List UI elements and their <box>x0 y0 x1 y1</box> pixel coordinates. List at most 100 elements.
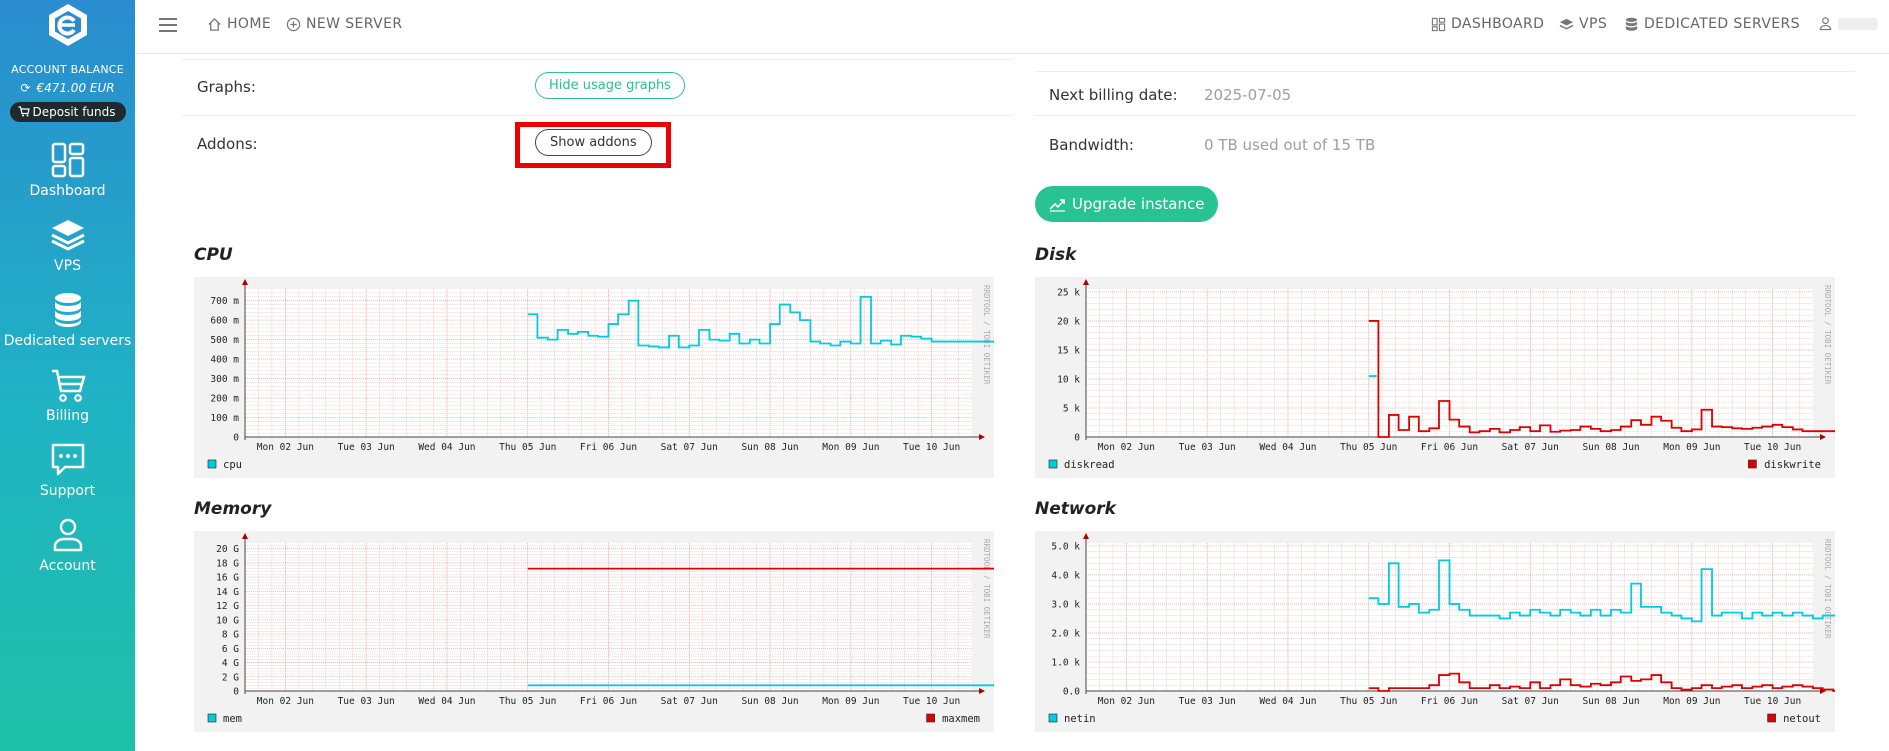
x-tick-label: Wed 04 Jun <box>418 696 475 707</box>
y-tick-label: 8 G <box>222 630 239 641</box>
hide-usage-graphs-button[interactable]: Hide usage graphs <box>535 72 685 99</box>
x-axis-arrow <box>979 688 985 694</box>
x-tick-label: Sun 08 Jun <box>1582 442 1639 453</box>
legend-label: diskwrite <box>1764 459 1821 471</box>
x-tick-label: Mon 02 Jun <box>257 696 314 707</box>
x-axis-arrow <box>979 434 985 440</box>
rrdtool-watermark: RRDTOOL / TOBI OETIKER <box>982 285 991 385</box>
x-tick-label: Tue 10 Jun <box>903 696 960 707</box>
upgrade-instance-button[interactable]: Upgrade instance <box>1035 186 1219 222</box>
x-tick-label: Thu 05 Jun <box>499 442 556 453</box>
x-axis-arrow <box>1820 434 1826 440</box>
x-tick-label: Sat 07 Jun <box>1502 696 1559 707</box>
x-tick-label: Fri 06 Jun <box>1421 442 1478 453</box>
y-tick-label: 500 m <box>210 335 239 346</box>
y-tick-label: 0 <box>233 687 239 698</box>
y-tick-label: 25 k <box>1057 287 1080 298</box>
sidebar-item-billing[interactable]: Billing <box>0 367 135 424</box>
x-tick-label: Fri 06 Jun <box>580 442 637 453</box>
graph-canvas: Mon 02 Jun Tue 03 Jun Wed 04 Jun Thu 05 Jun… <box>1048 533 1835 725</box>
x-tick-label: Tue 03 Jun <box>338 696 395 707</box>
x-tick-label: Thu 05 Jun <box>1340 442 1397 453</box>
sidebar-item-support[interactable]: Support <box>0 442 135 499</box>
cpu-graph: Mon 02 Jun Tue 03 Jun Wed 04 Jun Thu 05 Jun… <box>194 277 994 478</box>
sidebar-item-label: Support <box>39 483 96 499</box>
x-tick-label: Mon 09 Jun <box>822 696 879 707</box>
nav-new-server-link[interactable]: NEW SERVER <box>286 16 402 32</box>
x-tick-label: Tue 10 Jun <box>1744 696 1801 707</box>
x-tick-label: Tue 10 Jun <box>903 442 960 453</box>
nav-home-label: HOME <box>227 16 272 32</box>
y-tick-label: 20 G <box>216 544 239 555</box>
nav-new-server-label: NEW SERVER <box>306 16 403 32</box>
legend-label: netin <box>1064 713 1096 725</box>
y-tick-label: 300 m <box>210 374 239 385</box>
user-menu[interactable] <box>1818 16 1878 31</box>
sidebar: ACCOUNT BALANCE ⟳ €471.00 EUR Deposit fun… <box>0 0 135 751</box>
y-tick-label: 5 k <box>1063 403 1080 414</box>
y-tick-label: 12 G <box>216 601 239 612</box>
show-addons-button[interactable]: Show addons <box>535 129 652 156</box>
y-axis-arrow <box>1083 533 1089 539</box>
deposit-funds-button[interactable]: Deposit funds <box>9 102 126 122</box>
network-graph-title: Network <box>1035 499 1116 519</box>
y-tick-label: 4 G <box>222 658 239 669</box>
y-tick-label: 700 m <box>210 296 239 307</box>
database-icon <box>1625 17 1638 31</box>
x-tick-label: Mon 09 Jun <box>822 442 879 453</box>
network-graph: Mon 02 Jun Tue 03 Jun Wed 04 Jun Thu 05 Jun… <box>1035 531 1835 732</box>
nav-dashboard-link[interactable]: DASHBOARD <box>1431 16 1544 32</box>
rrdtool-watermark: RRDTOOL / TOBI OETIKER <box>1823 285 1832 385</box>
plus-circle-icon <box>286 17 301 31</box>
y-tick-label: 20 k <box>1057 316 1080 327</box>
user-icon <box>1819 17 1832 31</box>
y-tick-label: 15 k <box>1057 345 1080 356</box>
y-axis-arrow <box>242 533 248 539</box>
y-tick-label: 14 G <box>216 587 239 598</box>
addons-label: Addons: <box>197 135 258 153</box>
sidebar-item-account[interactable]: Account <box>0 517 135 574</box>
sidebar-item-dedicated-servers[interactable]: Dedicated servers <box>0 292 135 349</box>
sidebar-item-label: Dedicated servers <box>3 333 132 349</box>
x-tick-label: Sun 08 Jun <box>741 442 798 453</box>
memory-graph-title: Memory <box>194 499 272 519</box>
y-tick-label: 400 m <box>210 355 239 366</box>
legend-swatch <box>1048 459 1058 469</box>
nav-home-link[interactable]: HOME <box>207 16 271 32</box>
rrdtool-watermark: RRDTOOL / TOBI OETIKER <box>1823 539 1832 639</box>
x-tick-label: Mon 02 Jun <box>1098 696 1155 707</box>
x-tick-label: Fri 06 Jun <box>580 696 637 707</box>
cpu-graph-title: CPU <box>194 245 233 265</box>
database-icon <box>54 293 81 327</box>
legend-swatch <box>1748 459 1757 469</box>
x-tick-label: Mon 09 Jun <box>1663 442 1720 453</box>
nav-vps-link[interactable]: VPS <box>1559 16 1607 32</box>
bandwidth-label: Bandwidth: <box>1049 136 1134 154</box>
top-bar: HOME NEW SERVER DASHBOARD VPS DEDICATED … <box>135 0 1889 54</box>
upgrade-instance-label: Upgrade instance <box>1072 195 1205 213</box>
username-redacted <box>1838 17 1878 30</box>
legend-label: cpu <box>223 459 242 471</box>
x-tick-label: Thu 05 Jun <box>499 696 556 707</box>
y-axis-arrow <box>242 279 248 285</box>
y-tick-label: 600 m <box>210 316 239 327</box>
y-tick-label: 2 G <box>222 672 239 683</box>
bandwidth-value: 0 TB used out of 15 TB <box>1204 136 1376 154</box>
legend-swatch <box>1048 713 1058 723</box>
cart-icon <box>18 106 30 117</box>
layers-icon <box>50 220 85 251</box>
nav-dedicated-servers-link[interactable]: DEDICATED SERVERS <box>1624 16 1800 32</box>
sidebar-item-dashboard[interactable]: Dashboard <box>0 142 135 199</box>
dashboard-icon <box>1431 17 1446 31</box>
hamburger-menu-icon[interactable] <box>159 18 177 32</box>
x-tick-label: Tue 03 Jun <box>1179 442 1236 453</box>
chat-icon <box>51 443 84 476</box>
y-axis-arrow <box>1083 279 1089 285</box>
refresh-icon[interactable]: ⟳ <box>20 81 30 95</box>
disk-graph: Mon 02 Jun Tue 03 Jun Wed 04 Jun Thu 05 Jun… <box>1035 277 1835 478</box>
balance-amount: €471.00 EUR <box>36 81 115 95</box>
y-tick-label: 0 <box>1074 433 1080 444</box>
brand-logo-icon[interactable] <box>46 3 90 47</box>
sidebar-item-vps[interactable]: VPS <box>0 217 135 274</box>
sidebar-item-label: VPS <box>54 258 81 274</box>
